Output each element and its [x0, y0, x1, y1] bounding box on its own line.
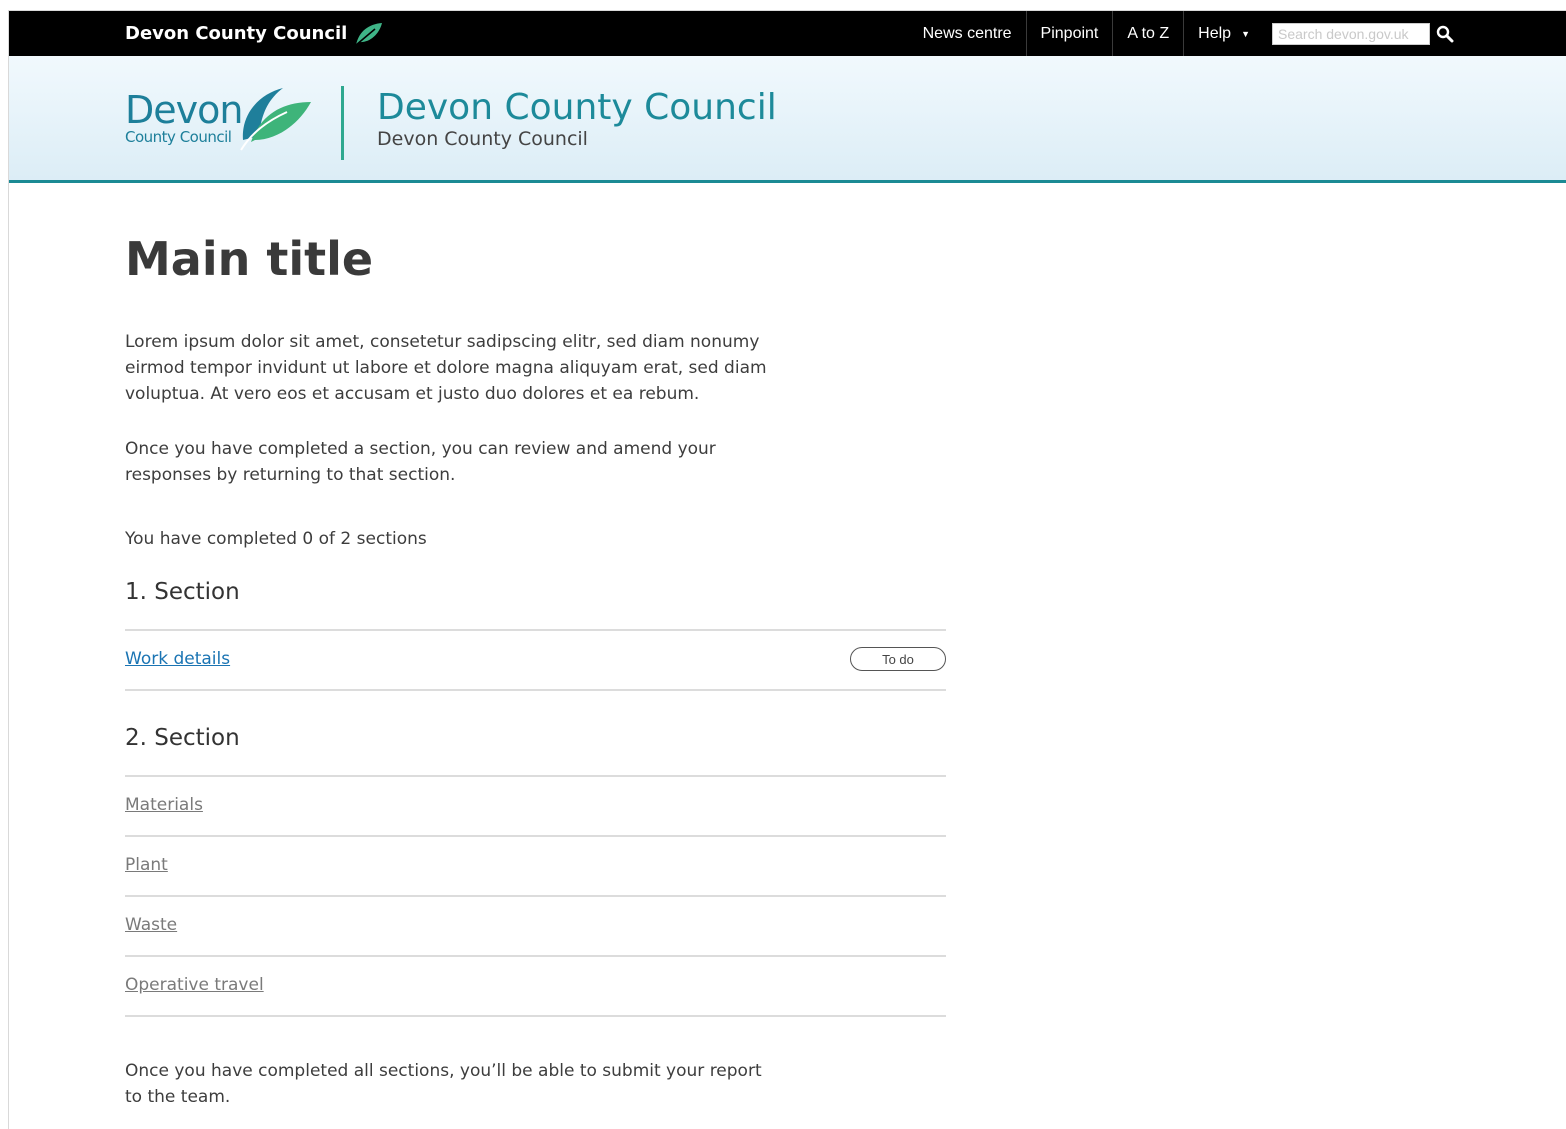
nav-label: News centre — [922, 24, 1012, 42]
search-button[interactable] — [1434, 23, 1456, 45]
top-nav: News centre Pinpoint A to Z Help ▼ — [909, 11, 1566, 56]
progress-text: You have completed 0 of 2 sections — [125, 529, 427, 549]
nav-help[interactable]: Help ▼ — [1184, 11, 1264, 56]
status-badge: To do — [850, 647, 946, 671]
nav-label: Pinpoint — [1040, 24, 1099, 42]
leaf-icon — [355, 22, 383, 46]
site-header: Devon County Council Devon County Counci… — [9, 56, 1566, 183]
task-list-section-1: Work details To do — [125, 629, 946, 691]
task-link-work-details[interactable]: Work details — [125, 649, 230, 669]
nav-a-to-z[interactable]: A to Z — [1113, 11, 1185, 56]
section-heading-1: 1. Section — [125, 579, 240, 605]
task-link-plant[interactable]: Plant — [125, 855, 168, 875]
task-list-section-2: Materials Plant Waste Operative travel — [125, 775, 946, 1017]
section-heading-2: 2. Section — [125, 725, 240, 751]
nav-news-centre[interactable]: News centre — [909, 11, 1027, 56]
header-divider — [341, 86, 344, 160]
page-frame: Devon County Council News centre Pinpoin… — [8, 10, 1566, 1129]
top-brand[interactable]: Devon County Council — [125, 11, 383, 56]
logo-subword: County Council — [125, 128, 232, 146]
top-bar: Devon County Council News centre Pinpoin… — [9, 11, 1566, 56]
top-brand-label: Devon County Council — [125, 23, 348, 44]
task-link-waste[interactable]: Waste — [125, 915, 177, 935]
intro-text: Lorem ipsum dolor sit amet, consetetur s… — [125, 332, 767, 404]
nav-label: Help — [1198, 24, 1232, 42]
task-row: Work details To do — [125, 631, 946, 691]
site-subtitle: Devon County Council — [377, 128, 588, 150]
task-row: Materials — [125, 777, 946, 837]
task-row: Waste — [125, 897, 946, 957]
leaf-logo-icon — [240, 88, 311, 151]
council-logo[interactable]: Devon County Council — [125, 84, 325, 164]
site-title: Devon County Council — [377, 87, 777, 128]
search-input[interactable] — [1272, 22, 1430, 45]
submit-note: Once you have completed all sections, yo… — [125, 1061, 762, 1107]
logo-word: Devon — [125, 88, 243, 132]
search-box — [1272, 22, 1456, 45]
task-row: Operative travel — [125, 957, 946, 1017]
chevron-down-icon: ▼ — [1241, 28, 1250, 39]
review-note: Once you have completed a section, you c… — [125, 439, 716, 485]
search-icon — [1436, 25, 1454, 42]
page-title: Main title — [125, 232, 374, 286]
task-row: Plant — [125, 837, 946, 897]
nav-pinpoint[interactable]: Pinpoint — [1027, 11, 1114, 56]
nav-label: A to Z — [1127, 24, 1170, 42]
task-link-operative-travel[interactable]: Operative travel — [125, 975, 264, 995]
task-link-materials[interactable]: Materials — [125, 795, 203, 815]
